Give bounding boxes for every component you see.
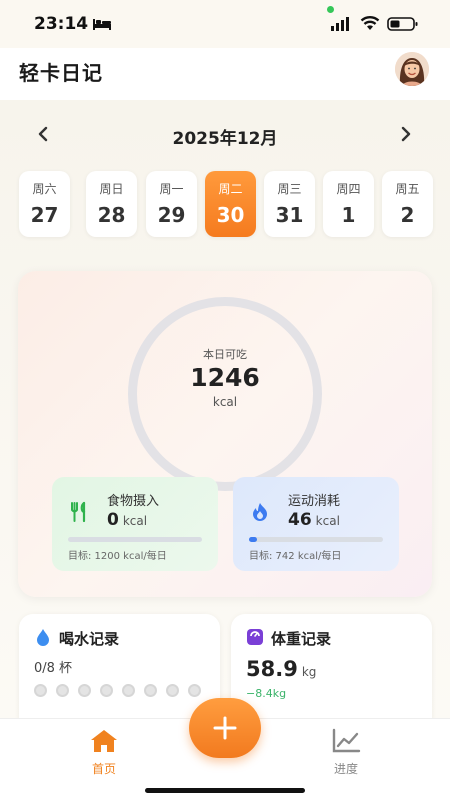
food-value: 0 [107, 510, 119, 530]
calorie-summary-card: 本日可吃 1246 kcal 食物摄入 0 kcal 目标: 1200 kcal/… [18, 271, 432, 597]
exercise-title: 运动消耗 [288, 494, 341, 509]
water-cup[interactable] [166, 684, 179, 697]
bed-icon [93, 19, 111, 30]
month-label: 2025年12月 [172, 129, 278, 149]
water-cups [34, 684, 214, 698]
water-cup[interactable] [100, 684, 113, 697]
day-number: 2 [400, 203, 415, 227]
avatar[interactable] [395, 52, 429, 86]
day-number: 30 [216, 203, 245, 227]
scale-icon [247, 629, 263, 645]
day-number: 28 [97, 203, 126, 227]
day-weekday: 周四 [336, 182, 361, 196]
tab-progress[interactable]: 进度 [316, 728, 376, 777]
remaining-value: 1246 [190, 363, 260, 392]
main-content: 2025年12月 周六 27 周日 28 周一 29 周二 30 周三 31 周四 1 周五… [0, 100, 450, 734]
weight-value-row: 58.9 kg [246, 657, 316, 681]
status-time: 23:14 [34, 14, 89, 34]
day-weekday: 周六 [32, 182, 57, 196]
day-chip-selected[interactable]: 周二 30 [205, 171, 256, 237]
day-number: 1 [341, 203, 356, 227]
exercise-value: 46 [288, 510, 312, 530]
food-title: 食物摄入 [107, 494, 160, 509]
water-cup[interactable] [34, 684, 47, 697]
food-goal: 目标: 1200 kcal/每日 [68, 551, 167, 562]
food-progress-bar [68, 537, 202, 542]
exercise-progress-fill [249, 537, 258, 542]
day-chip[interactable]: 周六 27 [19, 171, 70, 237]
water-cup[interactable] [188, 684, 201, 697]
day-weekday: 周一 [159, 182, 184, 196]
exercise-value-row: 46 kcal [288, 510, 340, 530]
water-drop-icon [37, 629, 49, 646]
chevron-right-icon[interactable] [394, 122, 418, 146]
day-strip: 周六 27 周日 28 周一 29 周二 30 周三 31 周四 1 周五 2 [19, 171, 433, 237]
weight-record-card[interactable]: 体重记录 58.9 kg −8.4kg [231, 614, 432, 734]
exercise-card[interactable]: 运动消耗 46 kcal 目标: 742 kcal/每日 [233, 477, 399, 571]
water-count: 0/8 杯 [34, 661, 73, 676]
weight-unit: kg [301, 665, 317, 679]
weight-change: −8.4kg [246, 687, 287, 700]
water-cup[interactable] [78, 684, 91, 697]
food-value-row: 0 kcal [107, 510, 147, 530]
weight-value: 58.9 [246, 657, 298, 681]
flame-icon [253, 503, 267, 521]
remaining-unit: kcal [212, 395, 238, 409]
month-selector: 2025年12月 [0, 120, 450, 150]
exercise-unit: kcal [315, 514, 340, 528]
exercise-goal: 目标: 742 kcal/每日 [249, 551, 342, 562]
tab-home[interactable]: 首页 [74, 728, 134, 777]
water-cup[interactable] [122, 684, 135, 697]
plus-icon [213, 716, 237, 740]
food-unit: kcal [122, 514, 148, 528]
exercise-progress-bar [249, 537, 383, 542]
day-chip[interactable]: 周四 1 [323, 171, 374, 237]
tab-home-label: 首页 [91, 762, 116, 776]
day-weekday: 周二 [218, 182, 243, 196]
food-intake-card[interactable]: 食物摄入 0 kcal 目标: 1200 kcal/每日 [52, 477, 218, 571]
status-bar: 23:14 [0, 0, 450, 48]
wifi-icon [360, 16, 380, 30]
water-cup[interactable] [56, 684, 69, 697]
chart-line-icon [332, 728, 361, 753]
water-cup[interactable] [144, 684, 157, 697]
day-number: 29 [157, 203, 186, 227]
utensils-icon [71, 501, 86, 523]
calorie-ring [128, 297, 322, 491]
home-icon [91, 730, 117, 752]
day-weekday: 周日 [99, 182, 124, 196]
signal-icon [331, 17, 349, 31]
day-chip[interactable]: 周三 31 [264, 171, 315, 237]
water-record-card[interactable]: 喝水记录 0/8 杯 [19, 614, 220, 734]
day-weekday: 周三 [277, 182, 302, 196]
day-chip[interactable]: 周日 28 [86, 171, 137, 237]
day-number: 31 [275, 203, 304, 227]
home-indicator [145, 788, 305, 793]
remaining-label: 本日可吃 [203, 348, 247, 361]
day-weekday: 周五 [395, 182, 420, 196]
day-chip[interactable]: 周五 2 [382, 171, 433, 237]
privacy-indicator [327, 6, 334, 13]
battery-icon [387, 17, 418, 31]
app-bar: 轻卡日记 [0, 48, 450, 100]
app-title: 轻卡日记 [19, 61, 103, 85]
weight-title: 体重记录 [271, 630, 332, 648]
water-title: 喝水记录 [59, 630, 120, 648]
tab-progress-label: 进度 [333, 762, 358, 776]
avatar-image [395, 52, 429, 86]
add-entry-button[interactable] [189, 698, 261, 758]
day-chip[interactable]: 周一 29 [146, 171, 197, 237]
day-number: 27 [30, 203, 59, 227]
